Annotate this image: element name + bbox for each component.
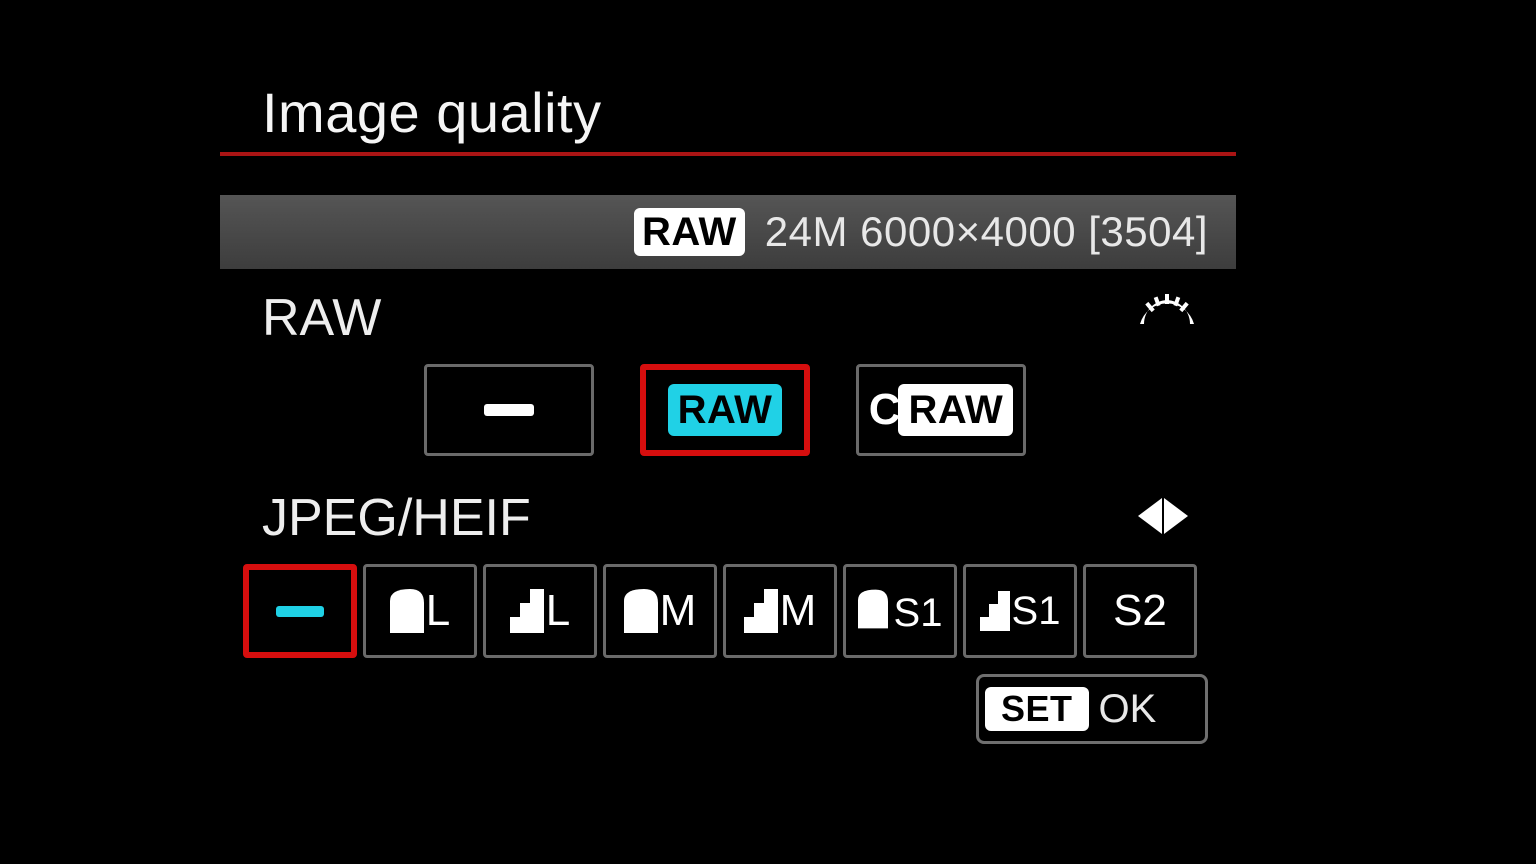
raw-option-none[interactable] xyxy=(424,364,594,456)
ok-label: OK xyxy=(1099,687,1157,732)
left-right-arrows-icon xyxy=(1138,498,1188,534)
dash-icon xyxy=(484,404,534,416)
quality-fine-m-icon: M xyxy=(624,589,697,633)
jpeg-option-row: L L M xyxy=(243,564,1197,658)
info-raw-badge: RAW xyxy=(634,208,745,256)
dash-icon xyxy=(276,606,324,617)
raw-option-raw[interactable]: RAW xyxy=(640,364,810,456)
jpeg-section-label: JPEG/HEIF xyxy=(262,488,531,548)
raw-option-row: RAW C RAW xyxy=(424,364,1026,456)
jpeg-option-l-normal[interactable]: L xyxy=(483,564,597,658)
current-setting-bar: RAW 24M 6000×4000 [3504] xyxy=(220,195,1236,269)
craw-badge-icon: C RAW xyxy=(869,384,1014,436)
set-ok-button[interactable]: SET OK xyxy=(976,674,1208,744)
title-underline xyxy=(220,152,1236,156)
jpeg-option-s1-fine[interactable]: S1 xyxy=(843,564,957,658)
jpeg-option-s1-normal[interactable]: S1 xyxy=(963,564,1077,658)
jpeg-option-s2[interactable]: S2 xyxy=(1083,564,1197,658)
quality-normal-l-icon: L xyxy=(510,589,570,633)
page-title: Image quality xyxy=(262,80,602,145)
quality-fine-l-icon: L xyxy=(390,589,450,633)
info-summary-text: 24M 6000×4000 [3504] xyxy=(765,208,1208,256)
set-chip: SET xyxy=(985,687,1089,731)
quality-normal-s1-icon: S1 xyxy=(980,591,1061,631)
quality-fine-s1-icon: S1 xyxy=(858,589,943,633)
raw-section-label: RAW xyxy=(262,288,381,348)
raw-badge-icon: RAW xyxy=(668,384,783,436)
quality-normal-m-icon: M xyxy=(744,589,817,633)
jpeg-option-none[interactable] xyxy=(243,564,357,658)
jpeg-option-m-normal[interactable]: M xyxy=(723,564,837,658)
raw-option-craw[interactable]: C RAW xyxy=(856,364,1026,456)
jpeg-option-m-fine[interactable]: M xyxy=(603,564,717,658)
jpeg-option-l-fine[interactable]: L xyxy=(363,564,477,658)
quality-s2-icon: S2 xyxy=(1113,589,1167,633)
dial-icon xyxy=(1140,294,1194,328)
